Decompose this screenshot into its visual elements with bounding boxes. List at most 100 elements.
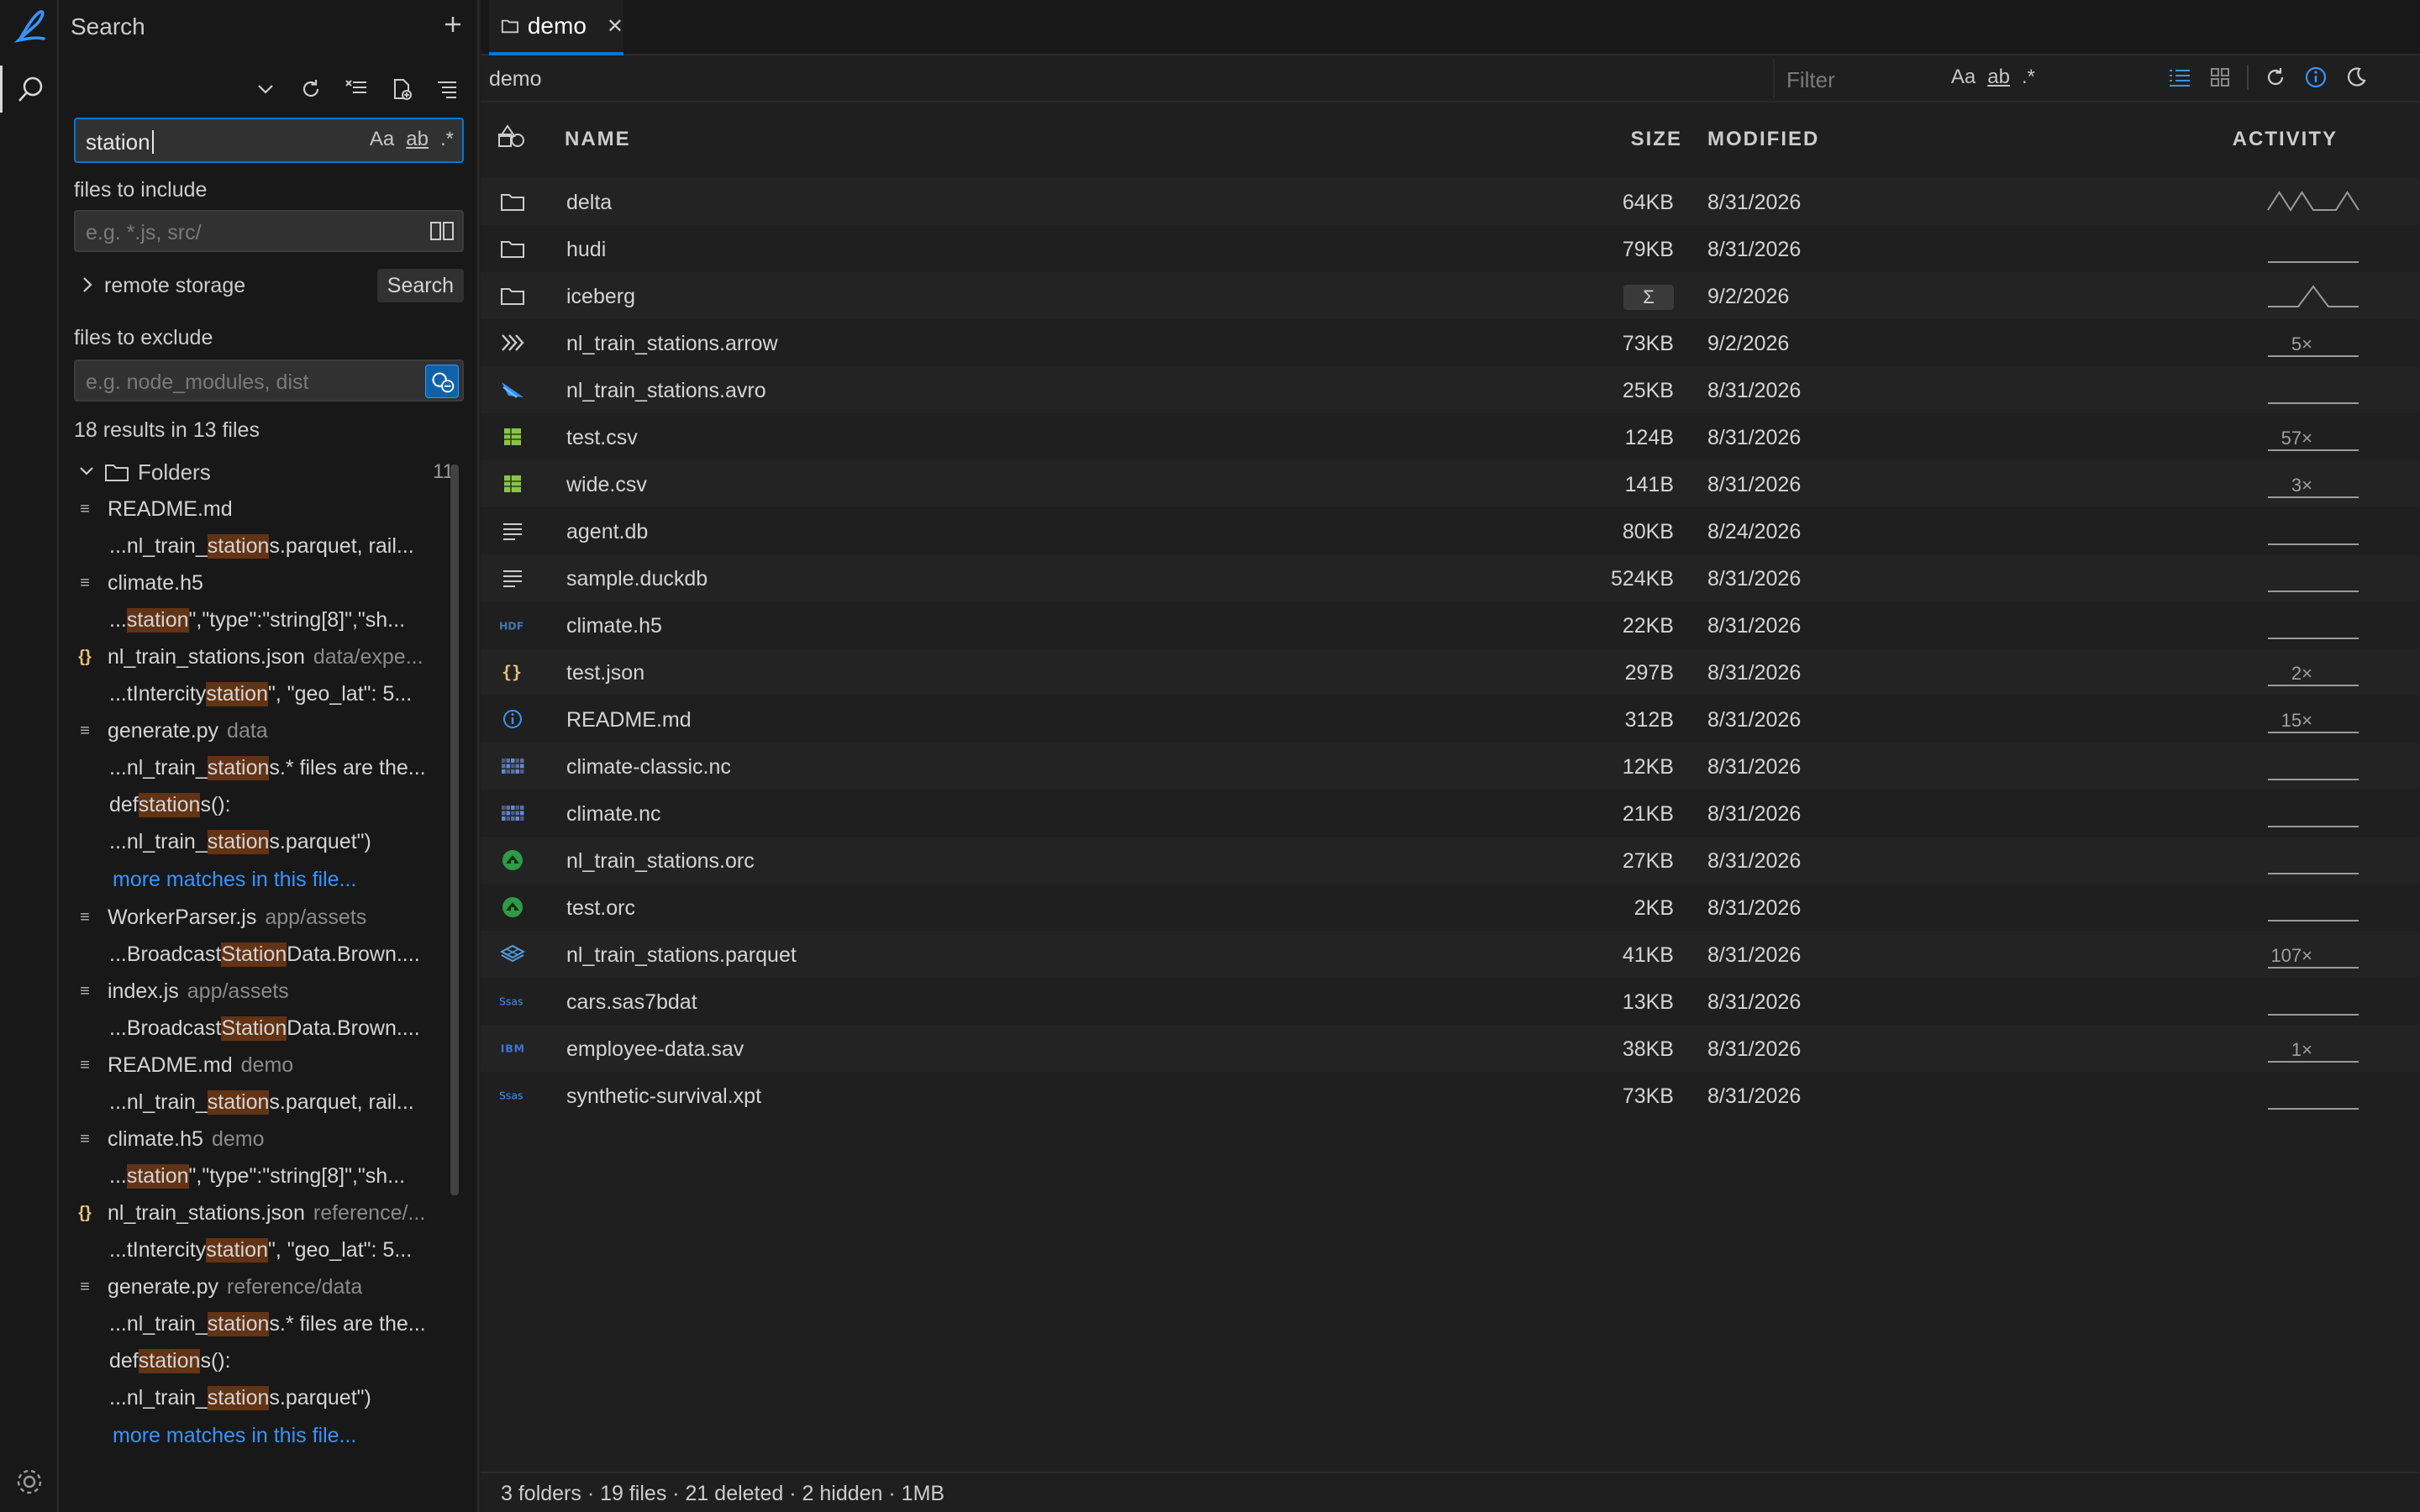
column-header-size[interactable]: SIZE [1622,128,1682,151]
result-match[interactable]: def station s(): [74,786,454,823]
result-match[interactable]: ...nl_train_ station s.* files are the... [74,749,454,786]
remote-search-button[interactable]: Search [376,269,464,302]
table-row[interactable]: HDF climate.h5 22KB 8/31/2026 [481,601,2420,648]
files-to-exclude-input[interactable]: e.g. node_modules, dist [74,360,464,402]
more-matches-link[interactable]: more matches in this file... [74,1416,469,1455]
table-row[interactable]: nl_train_stations.avro 25KB 8/31/2026 [481,366,2420,413]
activity-sparkline [2267,191,2360,212]
table-row[interactable]: nl_train_stations.orc 27KB 8/31/2026 [481,837,2420,884]
app-logo-icon[interactable] [8,5,50,47]
table-row[interactable]: iceberg Σ 9/2/2026 [481,272,2420,319]
table-row[interactable]: agent.db 80KB 8/24/2026 [481,507,2420,554]
result-match[interactable]: ...nl_train_ station s.parquet, rail... [74,528,454,564]
table-row[interactable]: Ssas cars.sas7bdat 13KB 8/31/2026 [481,978,2420,1025]
netcdf-icon [499,800,526,827]
result-file[interactable]: ≡ climate.h5 [74,564,454,601]
result-file[interactable]: ≡ generate.py reference/data [74,1268,454,1305]
match-after: s.parquet, rail... [269,1089,414,1114]
chevron-down-icon[interactable] [74,459,99,486]
refresh-icon[interactable] [297,76,324,102]
table-row[interactable]: sample.duckdb 524KB 8/31/2026 [481,554,2420,601]
regex-toggle[interactable]: .* [440,128,454,151]
result-file[interactable]: ≡ WorkerParser.js app/assets [74,899,454,936]
close-icon[interactable]: ✕ [607,14,623,39]
result-match[interactable]: ... station ","type":"string[8]","sh... [74,1158,454,1194]
grid-view-icon[interactable] [2207,64,2233,91]
activity-sparkline [2268,779,2359,780]
breadcrumb[interactable]: demo [489,67,542,92]
match-case-toggle[interactable]: Aa [370,128,394,151]
row-size: 38KB [1622,1037,1674,1061]
result-file[interactable]: {} nl_train_stations.json data/expe... [74,638,454,675]
table-row[interactable]: IBM employee-data.sav 38KB 8/31/2026 1× [481,1025,2420,1072]
result-match[interactable]: ...Broadcast Station Data.Brown.... [74,936,454,973]
table-row[interactable]: test.orc 2KB 8/31/2026 [481,884,2420,931]
result-file[interactable]: ≡ climate.h5 demo [74,1121,454,1158]
list-view-icon[interactable] [2166,64,2193,91]
file-lines-icon: ≡ [80,1277,90,1296]
table-row[interactable]: climate-classic.nc 12KB 8/31/2026 [481,743,2420,790]
table-row[interactable]: nl_train_stations.arrow 73KB 9/2/2026 5× [481,319,2420,366]
table-row[interactable]: nl_train_stations.parquet 41KB 8/31/2026 10… [481,931,2420,978]
book-icon[interactable] [429,218,455,244]
shapes-icon[interactable] [496,124,529,159]
use-exclude-settings-icon[interactable] [425,365,459,398]
results-scrollbar[interactable] [450,465,459,1195]
column-header-activity[interactable]: ACTIVITY [2144,128,2338,151]
search-view-button[interactable] [0,66,59,113]
result-match[interactable]: ...nl_train_ station s.* files are the... [74,1305,454,1342]
column-header-name[interactable]: NAME [565,128,631,151]
table-row[interactable]: {} test.json 297B 8/31/2026 2× [481,648,2420,696]
result-file[interactable]: ≡ README.md [74,491,454,528]
plus-icon[interactable] [440,12,466,37]
match-after: s.parquet") [269,1385,371,1410]
moon-icon[interactable] [2343,64,2370,91]
result-match[interactable]: ...nl_train_ station s.parquet") [74,1379,454,1416]
table-row[interactable]: hudi 79KB 8/31/2026 [481,225,2420,272]
table-row[interactable]: delta 64KB 8/31/2026 [481,178,2420,225]
collapse-all-icon[interactable] [434,76,460,102]
row-modified: 8/31/2026 [1707,661,1802,685]
gear-icon[interactable] [13,1465,46,1499]
activity-sparkline [2268,591,2359,592]
result-match[interactable]: ...tIntercity station ", "geo_lat": 5... [74,1231,454,1268]
chevron-right-icon[interactable] [79,274,96,296]
result-file[interactable]: ≡ README.md demo [74,1047,454,1084]
filter-regex-toggle[interactable]: .* [2022,66,2035,89]
table-row[interactable]: climate.nc 21KB 8/31/2026 [481,790,2420,837]
chevron-down-icon[interactable] [252,76,279,102]
result-match[interactable]: ...Broadcast Station Data.Brown.... [74,1010,454,1047]
tab-demo[interactable]: demo ✕ [489,0,623,55]
row-name: agent.db [566,520,649,543]
result-match[interactable]: ...tIntercity station ", "geo_lat": 5... [74,675,454,712]
result-file[interactable]: ≡ index.js app/assets [74,973,454,1010]
remote-storage-label[interactable]: remote storage [104,274,245,298]
sidebar-title: Search [71,13,145,39]
result-match[interactable]: ... station ","type":"string[8]","sh... [74,601,454,638]
clear-results-icon[interactable] [343,76,370,102]
result-file[interactable]: ≡ generate.py data [74,712,454,749]
table-row[interactable]: test.csv 124B 8/31/2026 57× [481,413,2420,460]
result-file[interactable]: {} nl_train_stations.json reference/... [74,1194,454,1231]
info-icon[interactable] [2302,64,2329,91]
result-match[interactable]: def station s(): [74,1342,454,1379]
sas-icon: Ssas [499,988,526,1015]
arrow-icon [499,329,526,356]
files-to-include-input[interactable]: e.g. *.js, src/ [74,210,464,252]
table-row[interactable]: README.md 312B 8/31/2026 15× [481,696,2420,743]
match-before: ...Broadcast [109,1016,222,1040]
results-group-folders[interactable]: Folders 11 [74,454,469,491]
refresh-icon[interactable] [2262,64,2289,91]
table-row[interactable]: Ssas synthetic-survival.xpt 73KB 8/31/2026 [481,1072,2420,1119]
filter-match-case-toggle[interactable]: Aa [1951,66,1975,89]
search-input[interactable]: station Aa ab .* [74,118,464,163]
filter-input[interactable]: Filter Aa ab .* [1773,59,2042,97]
result-match[interactable]: ...nl_train_ station s.parquet, rail... [74,1084,454,1121]
new-search-editor-icon[interactable] [388,76,415,102]
more-matches-link[interactable]: more matches in this file... [74,860,469,899]
column-header-modified[interactable]: MODIFIED [1707,128,1819,151]
table-row[interactable]: wide.csv 141B 8/31/2026 3× [481,460,2420,507]
result-match[interactable]: ...nl_train_ station s.parquet") [74,823,454,860]
filter-whole-word-toggle[interactable]: ab [1987,66,2010,89]
match-whole-word-toggle[interactable]: ab [406,128,429,151]
